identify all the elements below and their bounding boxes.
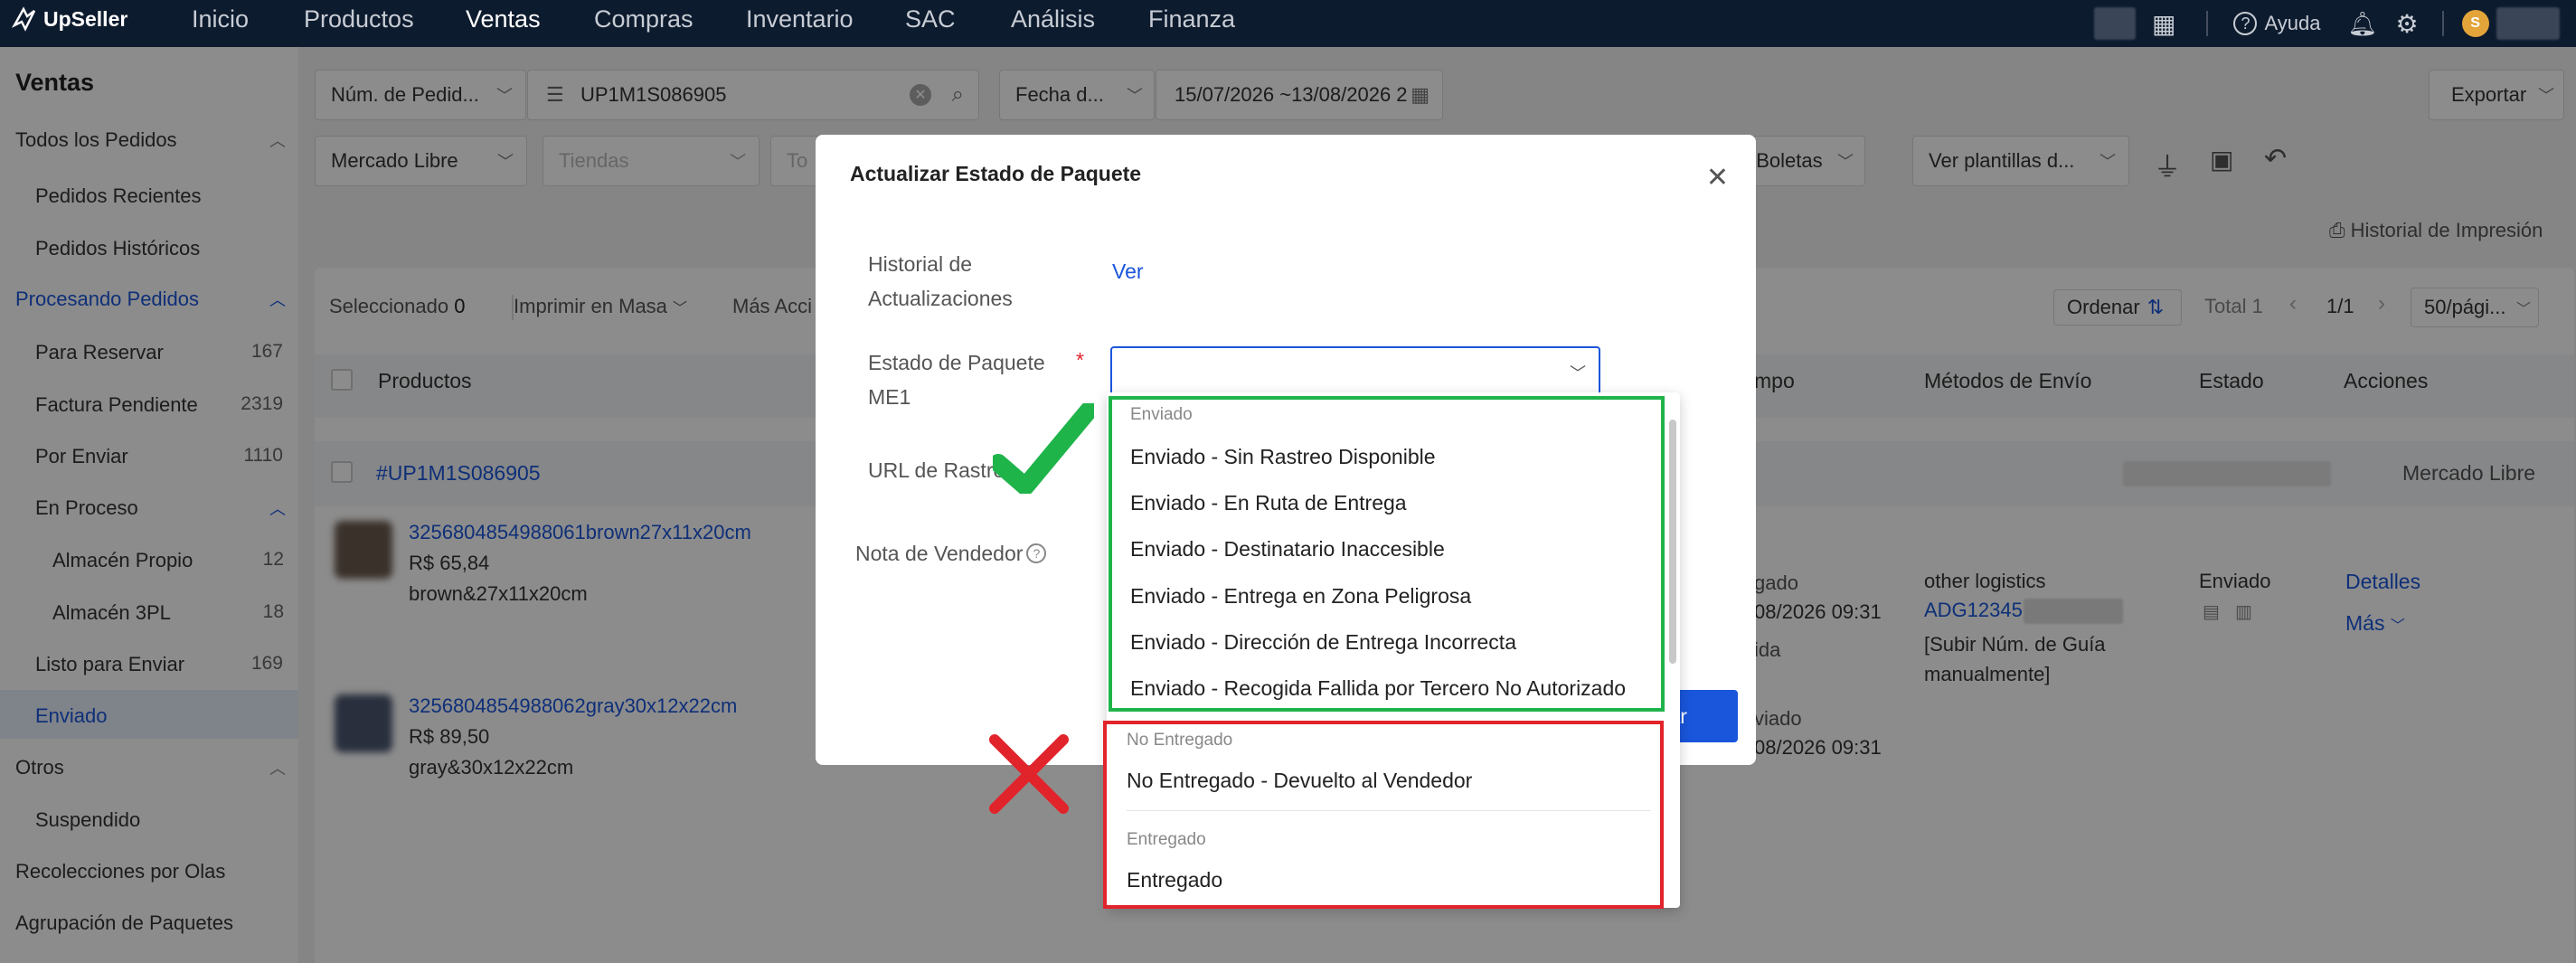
dropdown-scrollbar[interactable] xyxy=(1669,420,1676,664)
plan-badge-icon: S xyxy=(2461,10,2489,37)
nav-finanza[interactable]: Finanza xyxy=(1148,5,1235,33)
close-icon[interactable]: ✕ xyxy=(1706,162,1729,194)
bell-icon[interactable]: 🔔︎ xyxy=(2347,10,2377,38)
upseller-logo-icon xyxy=(11,6,36,32)
help-icon[interactable]: ? xyxy=(1026,543,1047,563)
help-label: Ayuda xyxy=(2264,12,2321,34)
seller-note-label: Nota de Vendedor? xyxy=(855,536,1047,571)
required-marker: * xyxy=(1076,348,1084,372)
nav-compras[interactable]: Compras xyxy=(594,5,694,33)
nav-ventas[interactable]: Ventas xyxy=(466,5,541,33)
green-check-icon xyxy=(993,403,1094,494)
nav-sac[interactable]: SAC xyxy=(905,5,956,33)
gear-icon[interactable]: ⚙ xyxy=(2395,9,2418,39)
chevron-down-icon: ﹀ xyxy=(1570,364,1586,382)
brand-name: UpSeller xyxy=(43,6,128,31)
nav-productos[interactable]: Productos xyxy=(304,5,414,33)
red-highlight-box xyxy=(1103,721,1664,909)
status-select[interactable]: ﹀ xyxy=(1110,346,1600,397)
apps-grid-icon[interactable]: ▦ xyxy=(2152,9,2175,39)
history-label: Historial de Actualizaciones xyxy=(868,252,1013,310)
nav-inventario[interactable]: Inventario xyxy=(746,5,854,33)
help-icon: ? xyxy=(2233,12,2258,35)
red-cross-icon xyxy=(989,734,1069,814)
green-highlight-box xyxy=(1109,396,1665,712)
modal-title: Actualizar Estado de Paquete xyxy=(850,162,1142,185)
user-avatar[interactable] xyxy=(2496,7,2560,40)
brand-logo[interactable]: UpSeller xyxy=(11,5,127,33)
help-button[interactable]: ? Ayuda xyxy=(2233,12,2320,35)
seller-note-text: Nota de Vendedor xyxy=(855,542,1024,565)
blurred-item xyxy=(2094,7,2136,40)
top-nav: UpSeller Inicio Productos Ventas Compras… xyxy=(0,0,2576,47)
history-view-link[interactable]: Ver xyxy=(1112,260,1144,284)
nav-analisis[interactable]: Análisis xyxy=(1011,5,1095,33)
nav-inicio[interactable]: Inicio xyxy=(192,5,249,33)
